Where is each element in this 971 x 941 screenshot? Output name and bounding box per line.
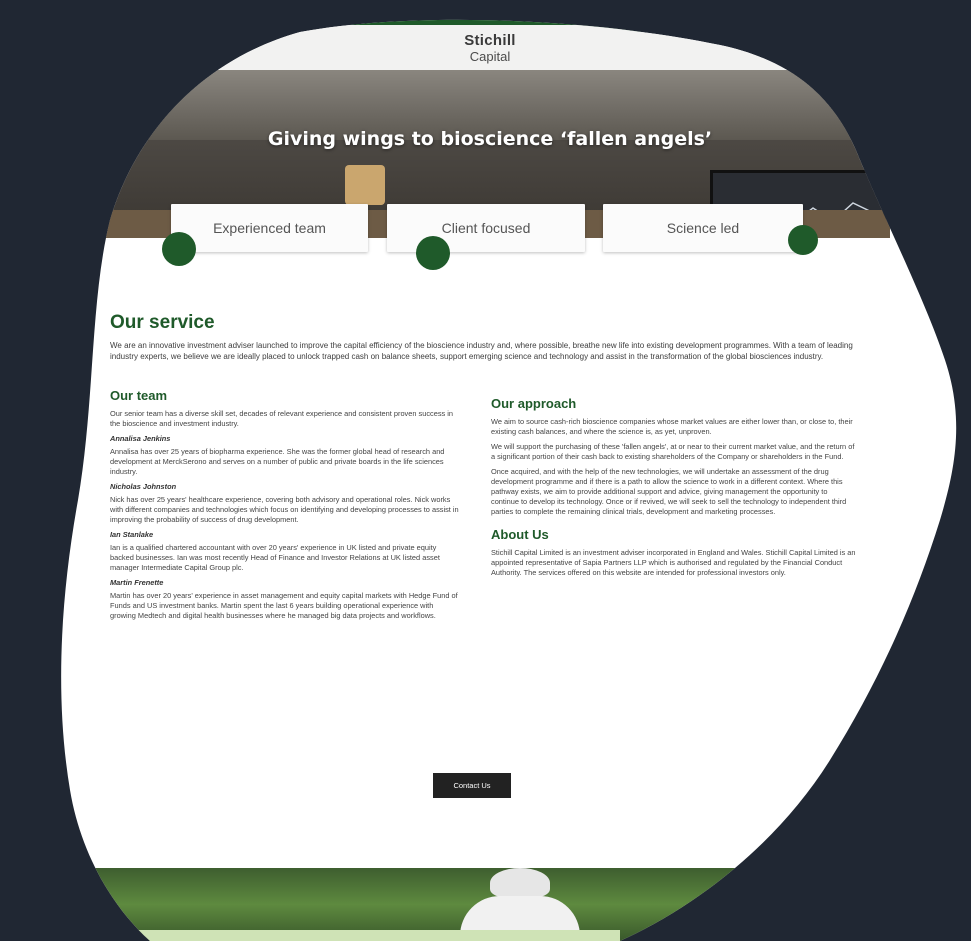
approach-paragraph: We aim to source cash-rich bioscience co… xyxy=(491,417,853,436)
member-name: Annalisa Jenkins xyxy=(110,434,171,443)
service-title: Our service xyxy=(110,312,215,333)
accent-dot xyxy=(162,232,196,266)
logo[interactable]: Stichill xyxy=(464,33,516,49)
feature-label: Science led xyxy=(666,220,740,236)
feature-label: Client focused xyxy=(441,220,531,236)
feature-card-experienced-team: Experienced team xyxy=(171,204,368,252)
member-bio: Nick has over 25 years' healthcare exper… xyxy=(110,495,459,524)
logo-subtitle: Capital xyxy=(469,48,511,64)
approach-paragraph: We will support the purchasing of these … xyxy=(491,442,855,461)
accent-dot xyxy=(416,236,450,270)
hero-title: Giving wings to bioscience ‘fallen angel… xyxy=(267,128,713,150)
about-title: About Us xyxy=(491,527,549,542)
approach-title: Our approach xyxy=(491,396,577,411)
about-text: Stichill Capital Limited is an investmen… xyxy=(491,548,856,577)
contact-button[interactable]: Contact Us xyxy=(433,773,511,798)
member-bio: Annalisa has over 25 years of biopharma … xyxy=(110,447,445,476)
service-section: Our service We are an innovative investm… xyxy=(110,312,870,362)
team-title: Our team xyxy=(110,388,168,403)
feature-card-science-led: Science led xyxy=(603,204,803,252)
approach-section: Our approach We aim to source cash-rich … xyxy=(491,396,856,583)
member-bio: Martin has over 20 years' experience in … xyxy=(110,591,458,620)
footer-band xyxy=(120,930,620,941)
team-section: Our team Our senior team has a diverse s… xyxy=(110,388,460,626)
member-name: Ian Stanlake xyxy=(110,530,154,539)
service-text: We are an innovative investment adviser … xyxy=(110,341,853,361)
plant-image xyxy=(345,165,385,205)
member-name: Nicholas Johnston xyxy=(110,482,177,491)
team-intro: Our senior team has a diverse skill set,… xyxy=(110,409,454,428)
member-bio: Ian is a qualified chartered accountant … xyxy=(110,543,440,572)
logo-text: Stichill xyxy=(464,31,516,49)
person-hairnet xyxy=(490,868,550,898)
feature-label: Experienced team xyxy=(213,220,326,236)
member-name: Martin Frenette xyxy=(110,578,164,587)
approach-paragraph: Once acquired, and with the help of the … xyxy=(491,467,847,516)
accent-dot xyxy=(788,225,818,255)
